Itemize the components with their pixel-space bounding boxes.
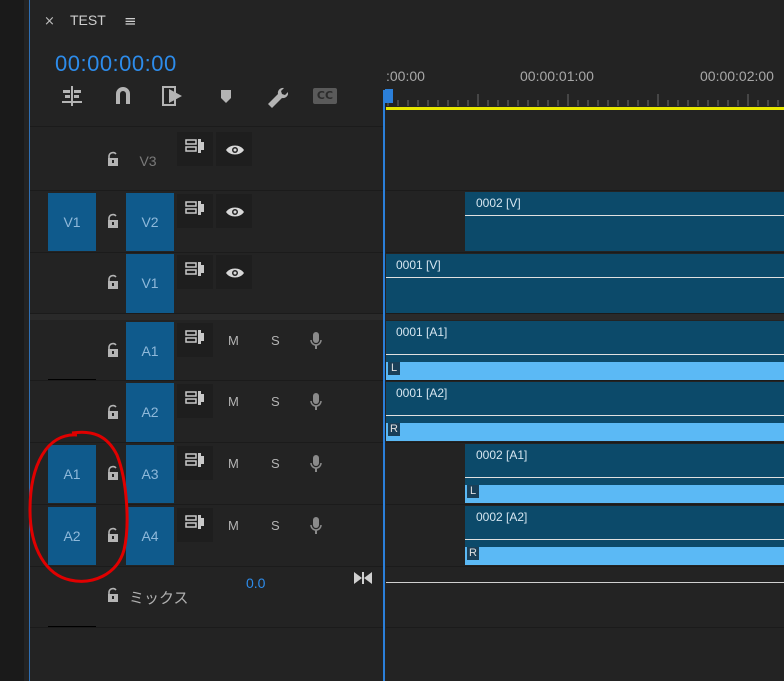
toggle-track-output-button[interactable] xyxy=(216,132,252,166)
mix-volume-line[interactable] xyxy=(386,582,784,583)
toggle-track-output-button[interactable] xyxy=(216,255,252,289)
sequence-tab-title[interactable]: TEST xyxy=(70,12,106,28)
clip-name: 0001 [A2] xyxy=(396,386,448,400)
audio-waveform xyxy=(465,547,784,565)
clip-opacity-line xyxy=(386,277,784,278)
clip-0002-a2[interactable]: 0002 [A2] R xyxy=(465,506,784,565)
toggle-sync-lock-button[interactable] xyxy=(177,508,213,542)
mute-track-button[interactable]: M xyxy=(228,518,239,533)
channel-right-badge: R xyxy=(388,423,400,436)
sync-lock-icon xyxy=(185,452,205,472)
clip-0002-a1[interactable]: 0002 [A1] L xyxy=(465,444,784,503)
toggle-sync-lock-button[interactable] xyxy=(177,323,213,357)
solo-track-button[interactable]: S xyxy=(271,333,280,348)
clip-name: 0002 [A2] xyxy=(476,510,528,524)
header-divider xyxy=(30,126,384,127)
clip-name: 0002 [A1] xyxy=(476,448,528,462)
clip-name: 0002 [V] xyxy=(476,196,521,210)
clip-volume-line xyxy=(465,539,784,540)
voice-over-record-icon[interactable] xyxy=(309,454,323,478)
track-target-v3[interactable]: V3 xyxy=(124,132,172,190)
channel-left-badge: L xyxy=(467,485,479,498)
sync-lock-icon xyxy=(185,200,205,220)
panel-menu-icon[interactable]: ≡ xyxy=(124,12,137,30)
toggle-sync-lock-button[interactable] xyxy=(177,384,213,418)
clip-name: 0001 [A1] xyxy=(396,325,448,339)
clip-name: 0001 [V] xyxy=(396,258,441,272)
time-ruler[interactable] xyxy=(386,94,784,108)
mute-track-button[interactable]: M xyxy=(228,333,239,348)
ruler-label-1: 00:00:01:00 xyxy=(520,68,594,84)
voice-over-record-icon[interactable] xyxy=(309,331,323,355)
linked-selection-icon[interactable] xyxy=(160,84,186,108)
work-area-bar[interactable] xyxy=(386,107,784,110)
channel-left-badge: L xyxy=(388,362,400,375)
mute-track-button[interactable]: M xyxy=(228,456,239,471)
left-panel-edge xyxy=(0,0,24,681)
audio-waveform xyxy=(465,485,784,503)
solo-track-button[interactable]: S xyxy=(271,518,280,533)
clip-volume-line xyxy=(465,477,784,478)
mute-track-button[interactable]: M xyxy=(228,394,239,409)
track-target-v1[interactable]: V1 xyxy=(126,254,174,313)
toggle-track-output-button[interactable] xyxy=(216,194,252,228)
voice-over-record-icon[interactable] xyxy=(309,392,323,416)
clip-volume-line xyxy=(386,354,784,355)
lock-icon[interactable] xyxy=(105,342,121,358)
playhead-handle[interactable] xyxy=(385,89,393,103)
sync-lock-icon xyxy=(185,261,205,281)
lock-icon[interactable] xyxy=(105,213,121,229)
playhead-timecode[interactable]: 00:00:00:00 xyxy=(55,51,177,77)
clip-0002-v[interactable]: 0002 [V] xyxy=(465,192,784,251)
timeline-track-mix xyxy=(386,567,784,628)
annotation-circle xyxy=(28,430,129,583)
toggle-sync-lock-button[interactable] xyxy=(177,194,213,228)
lock-icon[interactable] xyxy=(105,404,121,420)
lock-icon[interactable] xyxy=(105,274,121,290)
track-target-a1[interactable]: A1 xyxy=(126,322,174,380)
insert-overwrite-icon[interactable] xyxy=(59,84,85,108)
sync-lock-icon xyxy=(185,390,205,410)
solo-track-button[interactable]: S xyxy=(271,456,280,471)
sync-lock-icon xyxy=(185,329,205,349)
close-tab-icon[interactable]: × xyxy=(44,14,55,29)
captions-label: CC xyxy=(313,88,337,104)
clip-0001-v[interactable]: 0001 [V] xyxy=(386,254,784,313)
eye-icon xyxy=(225,142,245,161)
sync-lock-icon xyxy=(185,514,205,534)
toggle-sync-lock-button[interactable] xyxy=(177,132,213,166)
ruler-label-0: :00:00 xyxy=(386,68,425,84)
track-target-v2[interactable]: V2 xyxy=(126,193,174,251)
audio-waveform xyxy=(386,423,784,441)
eye-icon xyxy=(225,204,245,223)
audio-waveform xyxy=(386,362,784,380)
patch-divider xyxy=(48,626,96,627)
clip-0001-a2[interactable]: 0001 [A2] R xyxy=(386,382,784,441)
ruler-label-2: 00:00:02:00 xyxy=(700,68,774,84)
solo-track-button[interactable]: S xyxy=(271,394,280,409)
playhead-line[interactable] xyxy=(383,90,385,681)
sync-lock-icon xyxy=(185,138,205,158)
toggle-sync-lock-button[interactable] xyxy=(177,446,213,480)
mix-expand-icon[interactable] xyxy=(353,571,373,585)
channel-right-badge: R xyxy=(467,547,479,560)
snap-icon[interactable] xyxy=(110,84,136,108)
clip-volume-line xyxy=(386,415,784,416)
settings-wrench-icon[interactable] xyxy=(263,84,289,108)
lock-icon[interactable] xyxy=(105,151,121,167)
timeline-track-v3[interactable] xyxy=(386,130,784,191)
toggle-sync-lock-button[interactable] xyxy=(177,255,213,289)
voice-over-record-icon[interactable] xyxy=(309,516,323,540)
add-marker-icon[interactable] xyxy=(213,84,239,108)
eye-icon xyxy=(225,265,245,284)
mix-volume-value[interactable]: 0.0 xyxy=(246,575,265,591)
clip-0001-a1[interactable]: 0001 [A1] L xyxy=(386,321,784,380)
source-patch-v1[interactable]: V1 xyxy=(48,193,96,251)
patch-divider xyxy=(48,379,96,380)
captions-icon[interactable]: CC xyxy=(313,84,339,108)
clip-opacity-line xyxy=(465,215,784,216)
